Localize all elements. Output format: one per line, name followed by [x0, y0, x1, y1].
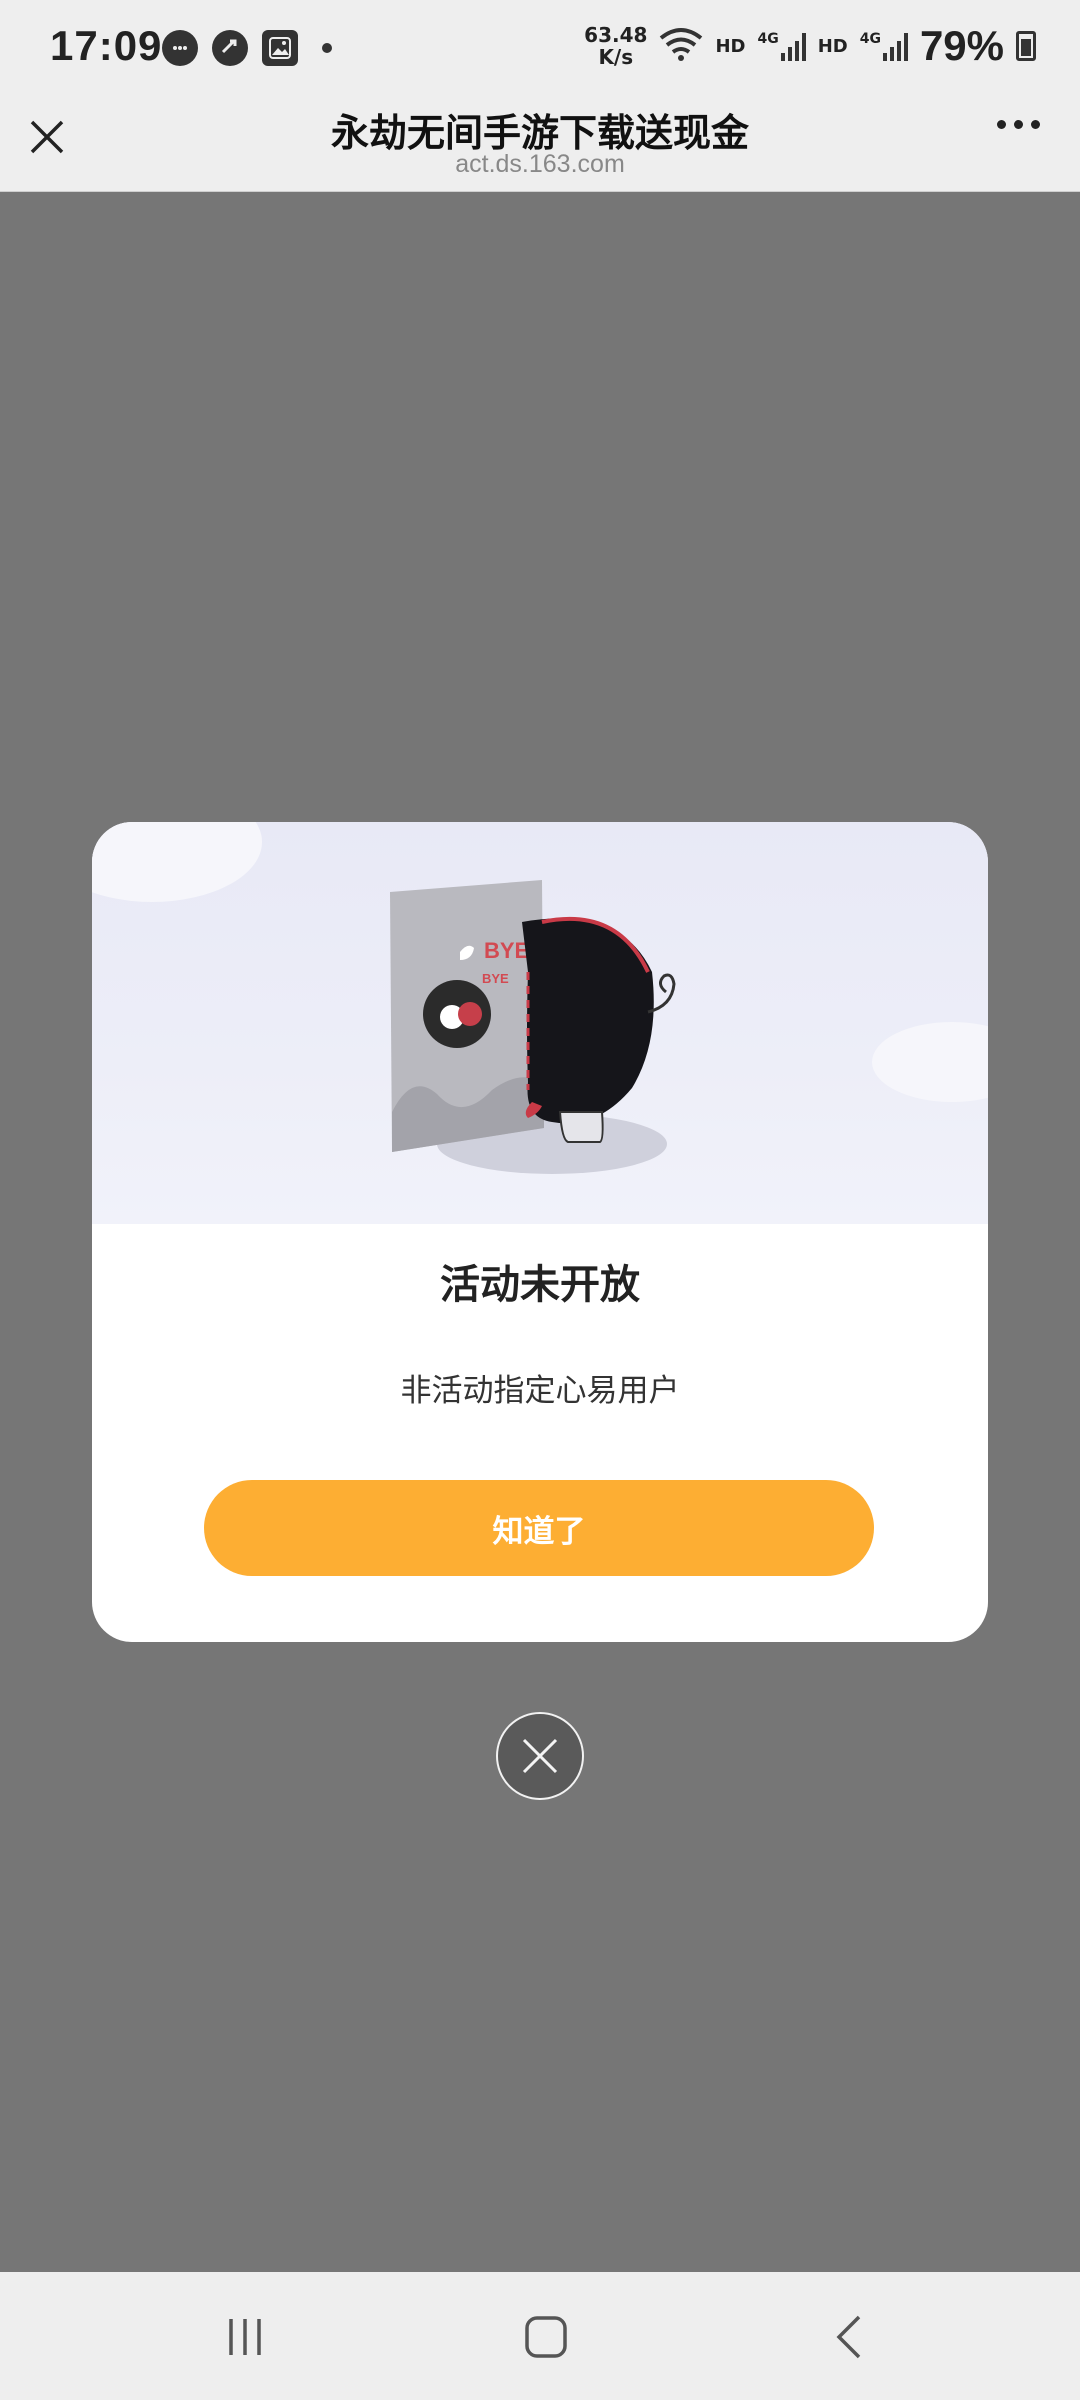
status-right: 63.48 K/s HD 4G HD 4G 79% — [584, 22, 1036, 70]
got-it-button[interactable]: 知道了 — [204, 1480, 874, 1576]
notification-dot-icon — [322, 43, 332, 53]
chat-bubble-icon — [162, 30, 198, 66]
network-speed-value: 63.48 — [584, 23, 648, 47]
home-icon — [525, 2316, 567, 2358]
bye-character-illustration: BYE BYE — [92, 822, 988, 1174]
dialog-close-button[interactable] — [496, 1712, 584, 1800]
dialog-message: 非活动指定心易用户 — [400, 1373, 680, 1409]
back-button[interactable] — [814, 2302, 884, 2372]
status-bar: 17:09 63.48 K/s HD 4G HD 4G 79% — [0, 0, 1080, 96]
illustration-bye-text: BYE — [484, 938, 529, 963]
back-icon — [836, 2315, 861, 2359]
home-button[interactable] — [511, 2302, 581, 2372]
recent-apps-icon — [229, 2319, 261, 2355]
network-speed: 63.48 K/s — [584, 24, 647, 68]
dialog-illustration: BYE BYE — [92, 822, 988, 1224]
more-options-button[interactable] — [997, 120, 1040, 129]
recent-apps-button[interactable] — [210, 2302, 280, 2372]
close-icon — [522, 1738, 558, 1774]
more-dot-icon — [1014, 120, 1023, 129]
activity-dialog: BYE BYE 活动未开放 非活动指定心易用户 知道了 — [92, 822, 988, 1642]
signal-icon — [882, 31, 908, 61]
more-dot-icon — [997, 120, 1006, 129]
signal-icon — [780, 31, 806, 61]
page-url: act.ds.163.com — [455, 150, 625, 178]
dialog-title: 活动未开放 — [440, 1262, 640, 1308]
notification-icons — [162, 30, 332, 66]
gallery-icon — [262, 30, 298, 66]
more-dot-icon — [1031, 120, 1040, 129]
hd-label-2: HD — [817, 35, 848, 57]
network-speed-unit: K/s — [598, 45, 634, 69]
wifi-icon — [659, 26, 703, 66]
battery-percent: 79% — [919, 22, 1004, 69]
lte-label-1: 4G — [757, 31, 779, 47]
system-navigation-bar — [0, 2272, 1080, 2400]
sync-icon — [212, 30, 248, 66]
hd-label-1: HD — [715, 35, 746, 57]
lte-label-2: 4G — [859, 31, 881, 47]
illustration-bye-text-small: BYE — [482, 971, 509, 986]
battery-icon — [1016, 31, 1036, 61]
browser-title-bar: 永劫无间手游下载送现金 act.ds.163.com — [0, 96, 1080, 192]
page-title: 永劫无间手游下载送现金 — [330, 111, 749, 155]
status-time: 17:09 — [50, 22, 163, 69]
